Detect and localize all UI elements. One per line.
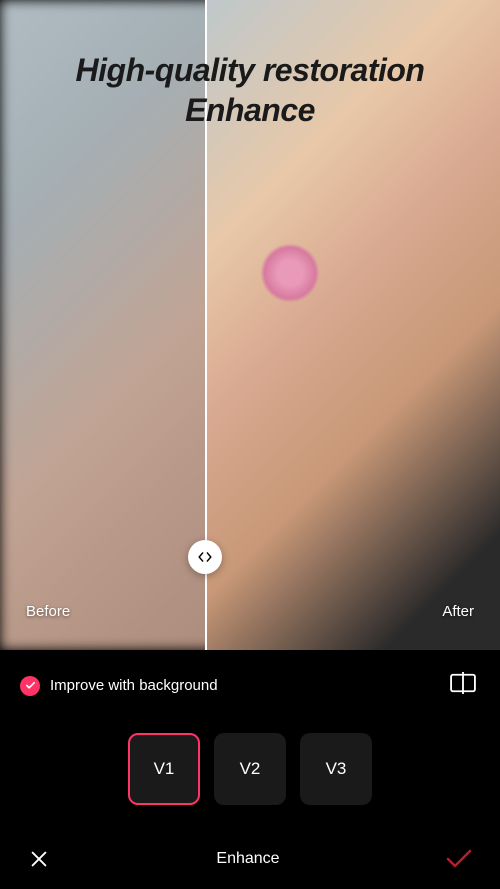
close-icon bbox=[28, 848, 50, 870]
version-button-v2[interactable]: V2 bbox=[214, 733, 286, 805]
headline-line-1: High-quality restoration bbox=[20, 50, 480, 90]
check-icon bbox=[446, 849, 472, 869]
comparison-slider-handle[interactable] bbox=[188, 540, 222, 574]
before-label: Before bbox=[26, 603, 70, 620]
cancel-button[interactable] bbox=[22, 842, 56, 876]
comparison-preview: High-quality restoration Enhance Before … bbox=[0, 0, 500, 650]
version-button-v3[interactable]: V3 bbox=[300, 733, 372, 805]
checkbox-checked-icon bbox=[20, 676, 40, 696]
compare-split-icon bbox=[450, 672, 476, 694]
promo-headline: High-quality restoration Enhance bbox=[0, 50, 500, 130]
after-label: After bbox=[442, 603, 474, 620]
version-button-v1[interactable]: V1 bbox=[128, 733, 200, 805]
drag-horizontal-icon bbox=[198, 550, 212, 564]
headline-line-2: Enhance bbox=[20, 90, 480, 130]
confirm-button[interactable] bbox=[440, 843, 478, 875]
compare-toggle-button[interactable] bbox=[446, 668, 480, 703]
tool-title: Enhance bbox=[216, 850, 279, 868]
controls-panel: Improve with background V1 V2 V3 Enhance bbox=[0, 650, 500, 889]
background-toggle-label: Improve with background bbox=[50, 677, 218, 694]
background-toggle[interactable]: Improve with background bbox=[20, 676, 218, 696]
options-row: Improve with background bbox=[0, 650, 500, 713]
version-selector: V1 V2 V3 bbox=[0, 733, 500, 805]
bottom-toolbar: Enhance bbox=[0, 829, 500, 889]
